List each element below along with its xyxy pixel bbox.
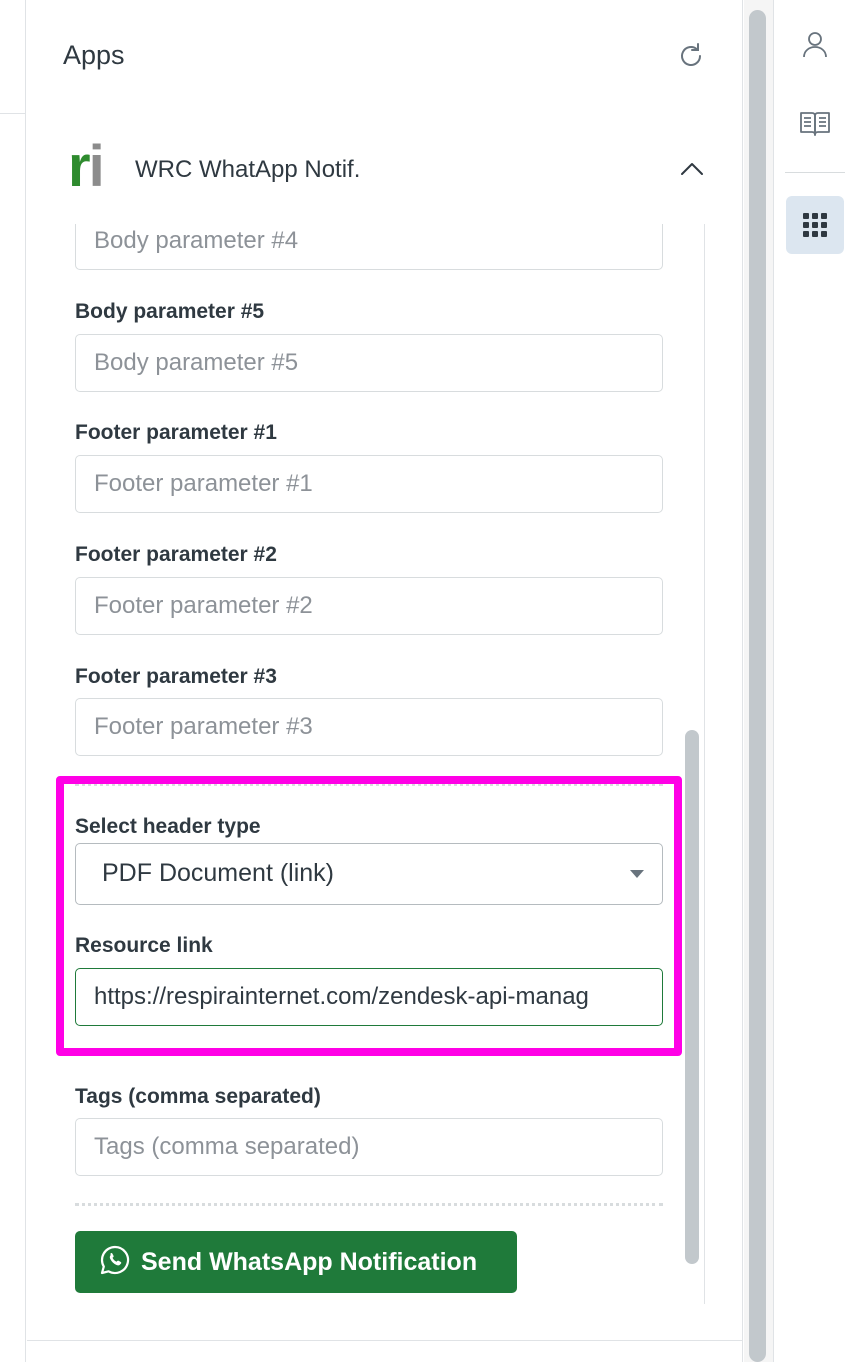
panel-scrollbar-thumb[interactable] <box>749 10 766 1362</box>
header-type-label: Select header type <box>75 815 261 838</box>
form-scrollbar-thumb[interactable] <box>685 730 699 1264</box>
header-type-select[interactable]: PDF Document (link) <box>75 843 663 905</box>
user-icon[interactable] <box>786 15 844 73</box>
panel-title: Apps <box>63 40 125 70</box>
zendesk-workspace: Apps ri WRC WhatApp Notif. Body paramete… <box>0 0 850 1362</box>
refresh-icon[interactable] <box>675 40 707 72</box>
header-type-value: PDF Document (link) <box>102 859 334 887</box>
footer-parameter-1-input[interactable] <box>75 455 663 513</box>
section-divider <box>75 1203 663 1206</box>
body-parameter-5-label: Body parameter #5 <box>75 300 265 323</box>
divider <box>0 113 26 114</box>
tags-label: Tags (comma separated) <box>75 1085 321 1108</box>
apps-grid-icon[interactable] <box>786 196 844 254</box>
footer-parameter-1-label: Footer parameter #1 <box>75 421 277 444</box>
section-divider <box>75 783 663 786</box>
footer-parameter-3-input[interactable] <box>75 698 663 756</box>
body-parameter-4-input[interactable] <box>75 224 663 270</box>
send-whatsapp-notification-button[interactable]: Send WhatsApp Notification <box>75 1231 517 1293</box>
rail-divider <box>785 172 845 173</box>
resource-link-label: Resource link <box>75 934 213 957</box>
app-form: Body parameter #5 Footer parameter #1 Fo… <box>75 224 705 1304</box>
send-button-label: Send WhatsApp Notification <box>141 1248 478 1276</box>
app-name: WRC WhatApp Notif. <box>135 156 361 183</box>
app-header[interactable]: ri WRC WhatApp Notif. <box>27 120 743 224</box>
whatsapp-icon <box>99 1244 131 1276</box>
caret-down-icon <box>630 870 644 878</box>
footer-parameter-2-label: Footer parameter #2 <box>75 543 277 566</box>
footer-parameter-3-label: Footer parameter #3 <box>75 665 277 688</box>
resource-link-input[interactable] <box>75 968 663 1026</box>
app-logo: ri <box>68 134 105 199</box>
main-content-edge <box>0 0 26 1362</box>
footer-parameter-2-input[interactable] <box>75 577 663 635</box>
chevron-up-icon[interactable] <box>679 158 705 180</box>
tags-input[interactable] <box>75 1118 663 1176</box>
context-icon-rail <box>775 0 850 1362</box>
divider <box>27 1340 743 1341</box>
body-parameter-5-input[interactable] <box>75 334 663 392</box>
book-icon[interactable] <box>786 94 844 152</box>
